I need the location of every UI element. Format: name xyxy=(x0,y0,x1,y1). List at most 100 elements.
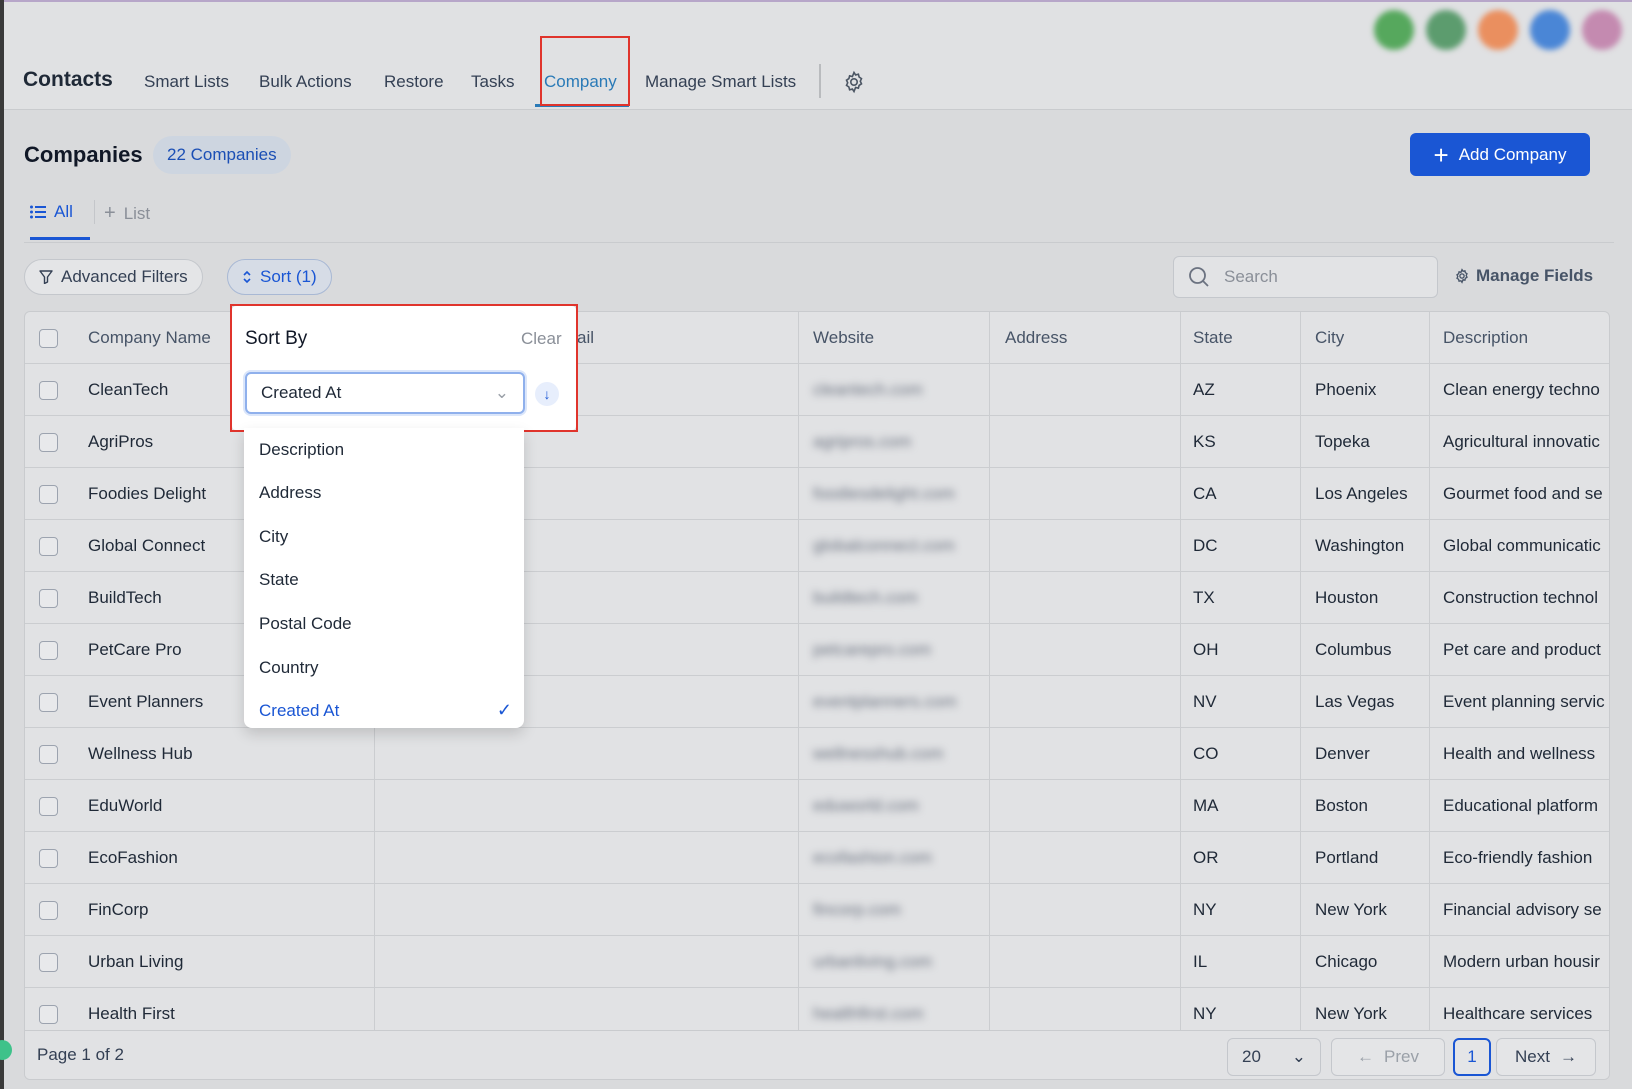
company-name-cell[interactable]: Urban Living xyxy=(88,936,183,988)
row-checkbox[interactable] xyxy=(39,797,58,816)
tab-add-list[interactable]: + List xyxy=(104,202,150,225)
sort-option-description[interactable]: Description xyxy=(259,440,344,460)
company-name-cell[interactable]: CleanTech xyxy=(88,364,168,416)
page-number-button[interactable]: 1 xyxy=(1453,1038,1491,1076)
column-header-website[interactable]: Website xyxy=(813,312,874,364)
row-checkbox[interactable] xyxy=(39,693,58,712)
avatar[interactable] xyxy=(1426,10,1466,50)
website-cell[interactable]: petcarepro.com xyxy=(813,624,931,676)
nav-bulk-actions[interactable]: Bulk Actions xyxy=(259,72,352,92)
row-checkbox[interactable] xyxy=(39,485,58,504)
row-checkbox[interactable] xyxy=(39,849,58,868)
column-header-company-name[interactable]: Company Name xyxy=(88,312,211,364)
list-icon xyxy=(30,205,46,219)
company-name-cell[interactable]: FinCorp xyxy=(88,884,148,936)
row-checkbox[interactable] xyxy=(39,901,58,920)
column-header-address[interactable]: Address xyxy=(1005,312,1067,364)
website-cell[interactable]: agripros.com xyxy=(813,416,911,468)
website-cell[interactable]: wellnesshub.com xyxy=(813,728,943,780)
manage-fields-button[interactable]: Manage Fields xyxy=(1454,266,1593,286)
next-label: Next xyxy=(1515,1047,1550,1066)
website-cell[interactable]: urbanliving.com xyxy=(813,936,932,988)
description-cell: Construction technol xyxy=(1443,588,1598,607)
column-header-city[interactable]: City xyxy=(1315,312,1344,364)
column-header-state[interactable]: State xyxy=(1193,312,1233,364)
gear-icon[interactable] xyxy=(842,70,866,94)
select-all-checkbox[interactable] xyxy=(39,329,58,348)
chevron-down-icon: ⌄ xyxy=(1291,1047,1306,1066)
company-name-cell[interactable]: EduWorld xyxy=(88,780,162,832)
filter-icon xyxy=(39,270,53,284)
city-cell: New York xyxy=(1315,900,1387,919)
sort-button[interactable]: Sort (1) xyxy=(227,259,332,295)
sort-option-country[interactable]: Country xyxy=(259,658,319,678)
table-row[interactable]: FinCorp fincorp.com NY New York Financial ad… xyxy=(25,884,1609,936)
company-name-cell[interactable]: AgriPros xyxy=(88,416,153,468)
description-cell: Modern urban housir xyxy=(1443,952,1600,971)
column-header-email[interactable]: ail xyxy=(577,312,594,364)
column-header-description[interactable]: Description xyxy=(1443,312,1528,364)
nav-smart-lists[interactable]: Smart Lists xyxy=(144,72,229,92)
tab-all-label: All xyxy=(54,202,73,221)
sort-label: Sort (1) xyxy=(260,267,317,286)
nav-manage-smart-lists[interactable]: Manage Smart Lists xyxy=(645,72,796,92)
row-checkbox[interactable] xyxy=(39,953,58,972)
advanced-filters-button[interactable]: Advanced Filters xyxy=(24,259,203,295)
description-cell: Educational platform xyxy=(1443,796,1598,815)
company-name-cell[interactable]: BuildTech xyxy=(88,572,162,624)
website-cell[interactable]: globalconnect.com xyxy=(813,520,955,572)
company-name-cell[interactable]: Event Planners xyxy=(88,676,203,728)
company-name-cell[interactable]: Global Connect xyxy=(88,520,205,572)
row-checkbox[interactable] xyxy=(39,589,58,608)
sort-option-created-at[interactable]: Created At xyxy=(259,701,339,721)
description-cell: Clean energy techno xyxy=(1443,380,1600,399)
table-row[interactable]: EduWorld eduworld.com MA Boston Educational … xyxy=(25,780,1609,832)
company-count-badge: 22 Companies xyxy=(153,136,291,174)
website-cell[interactable]: ecofashion.com xyxy=(813,832,932,884)
avatar[interactable] xyxy=(1530,10,1570,50)
sort-option-state[interactable]: State xyxy=(259,570,299,590)
nav-restore[interactable]: Restore xyxy=(384,72,444,92)
avatar[interactable] xyxy=(1478,10,1518,50)
table-row[interactable]: EcoFashion ecofashion.com OR Portland Eco-fr… xyxy=(25,832,1609,884)
table-row[interactable]: Urban Living urbanliving.com IL Chicago Mode… xyxy=(25,936,1609,988)
prev-page-button[interactable]: ← Prev xyxy=(1331,1038,1445,1076)
state-cell: NV xyxy=(1193,692,1217,711)
website-cell[interactable]: eduworld.com xyxy=(813,780,919,832)
sort-option-address[interactable]: Address xyxy=(259,483,321,503)
company-name-cell[interactable]: EcoFashion xyxy=(88,832,178,884)
window-left-edge xyxy=(0,0,4,1089)
tabs-border xyxy=(24,242,1614,243)
website-cell[interactable]: cleantech.com xyxy=(813,364,923,416)
sort-option-postal-code[interactable]: Postal Code xyxy=(259,614,352,634)
row-checkbox[interactable] xyxy=(39,381,58,400)
row-checkbox[interactable] xyxy=(39,641,58,660)
add-company-button[interactable]: + Add Company xyxy=(1410,133,1590,176)
avatar[interactable] xyxy=(1374,10,1414,50)
tab-separator xyxy=(94,200,95,224)
avatar[interactable] xyxy=(1582,10,1622,50)
tab-all[interactable]: All xyxy=(30,202,73,222)
company-name-cell[interactable]: Foodies Delight xyxy=(88,468,206,520)
per-page-select[interactable]: 20 ⌄ xyxy=(1227,1038,1321,1076)
next-page-button[interactable]: Next → xyxy=(1496,1038,1596,1076)
nav-tasks[interactable]: Tasks xyxy=(471,72,514,92)
row-checkbox[interactable] xyxy=(39,433,58,452)
search-input[interactable]: Search xyxy=(1173,256,1438,298)
website-cell[interactable]: buildtech.com xyxy=(813,572,918,624)
nav-divider xyxy=(819,64,821,98)
row-checkbox[interactable] xyxy=(39,1005,58,1024)
sort-option-city[interactable]: City xyxy=(259,527,288,547)
collapse-sidebar-icon[interactable] xyxy=(0,1040,12,1060)
table-row[interactable]: Wellness Hub wellnesshub.com CO Denver Healt… xyxy=(25,728,1609,780)
city-cell: Las Vegas xyxy=(1315,692,1395,711)
company-name-cell[interactable]: PetCare Pro xyxy=(88,624,182,676)
row-checkbox[interactable] xyxy=(39,537,58,556)
manage-fields-label: Manage Fields xyxy=(1476,266,1594,285)
row-checkbox[interactable] xyxy=(39,745,58,764)
website-cell[interactable]: foodiesdelight.com xyxy=(813,468,955,520)
company-name-cell[interactable]: Wellness Hub xyxy=(88,728,193,780)
website-cell[interactable]: eventplanners.com xyxy=(813,676,957,728)
tab-list-label: List xyxy=(123,203,151,223)
website-cell[interactable]: fincorp.com xyxy=(813,884,901,936)
